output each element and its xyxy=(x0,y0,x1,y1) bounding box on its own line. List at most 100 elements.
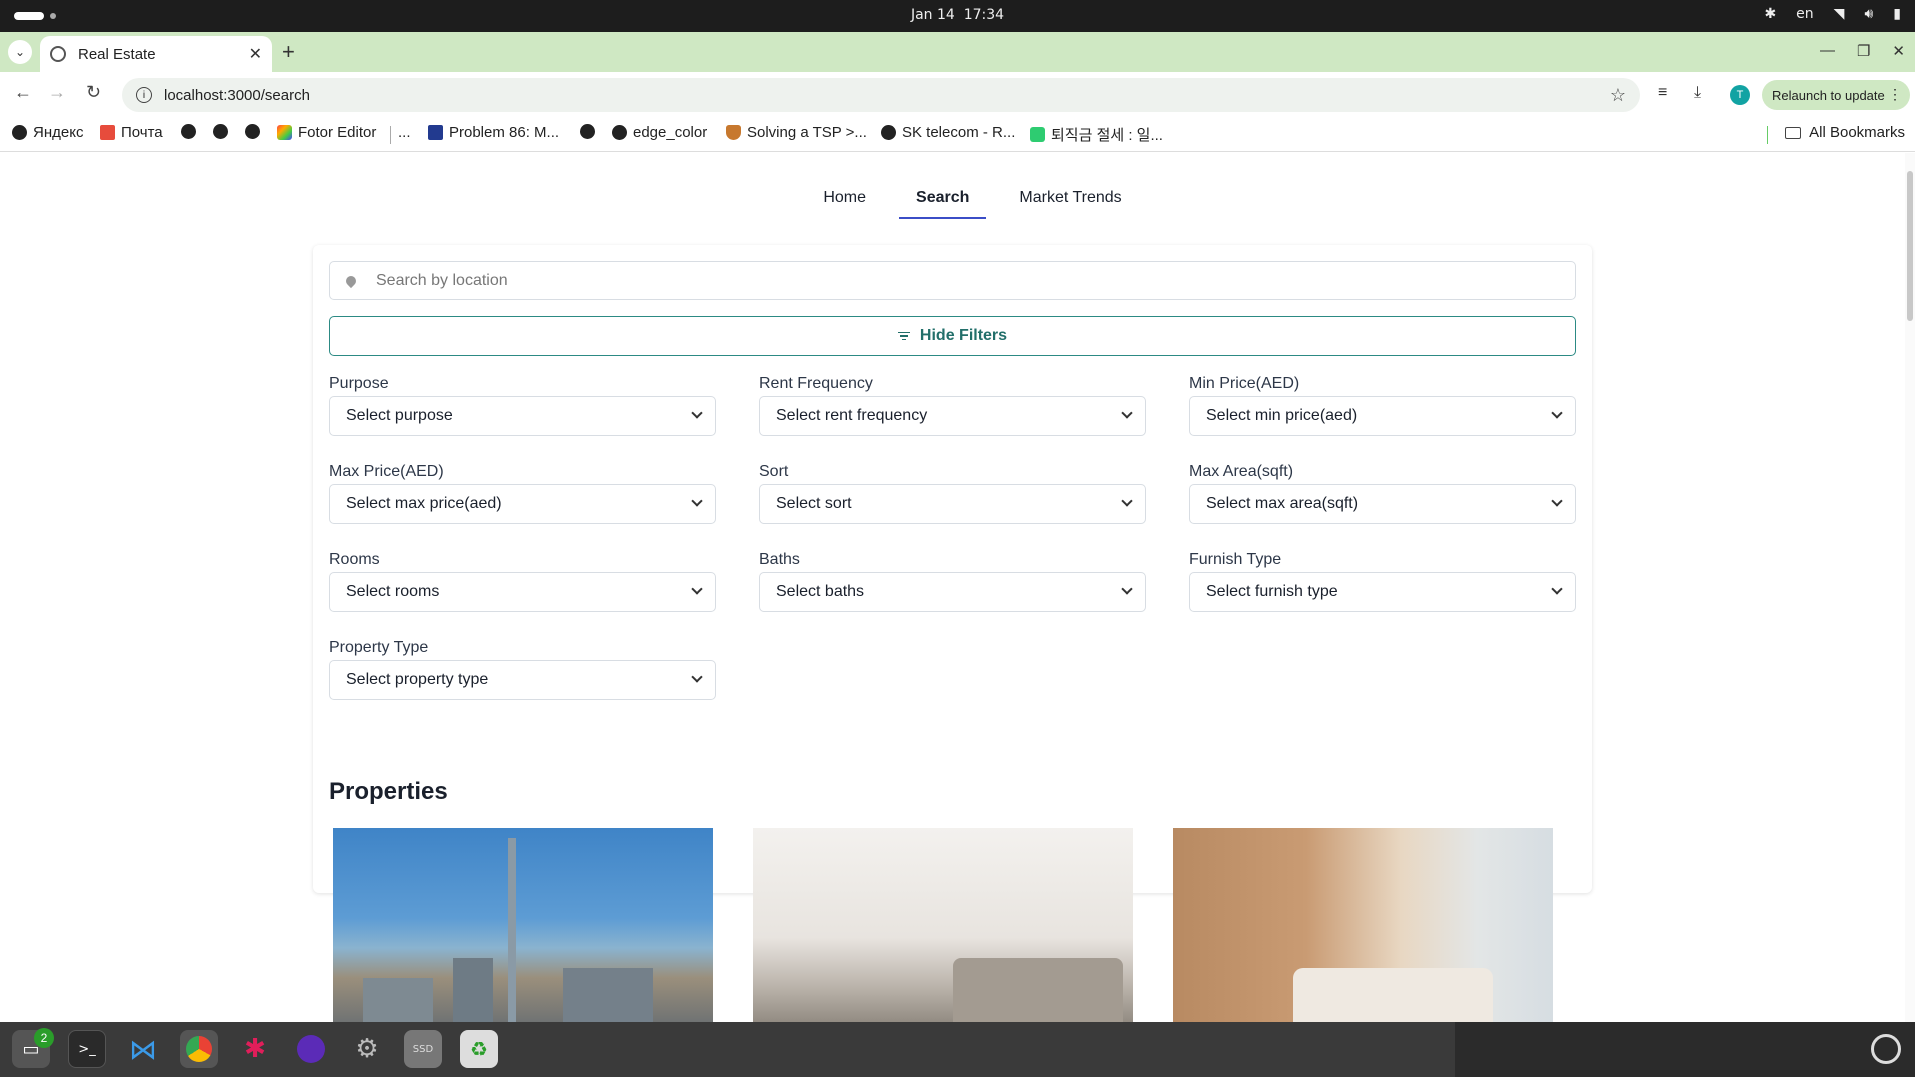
rooms-label: Rooms xyxy=(329,551,380,568)
furnish-type-select[interactable]: Select furnish type xyxy=(1189,572,1576,612)
window-controls: — ❐ ✕ xyxy=(1820,42,1905,60)
rent-frequency-select[interactable]: Select rent frequency xyxy=(759,396,1146,436)
dock-panel xyxy=(0,1022,1455,1077)
bookmark-korean-article[interactable]: 퇴직금 절세 : 일... xyxy=(1030,124,1163,145)
globe-icon xyxy=(50,46,66,62)
max-price-select[interactable]: Select max price(aed) xyxy=(329,484,716,524)
download-icon[interactable]: ⤓ xyxy=(1694,84,1701,102)
bookmark-star-icon[interactable]: ☆ xyxy=(1610,85,1626,106)
reload-icon[interactable]: ↻ xyxy=(86,82,101,103)
clock[interactable]: Jan 14 17:34 xyxy=(0,7,1915,23)
purple-app-icon[interactable] xyxy=(292,1030,330,1068)
nav-home[interactable]: Home xyxy=(806,153,883,219)
tab-search-button[interactable]: ⌄ xyxy=(8,40,32,64)
close-window-icon[interactable]: ✕ xyxy=(1892,42,1905,60)
volume-icon[interactable]: 🔊︎ xyxy=(1864,6,1873,22)
show-apps-icon[interactable] xyxy=(1871,1034,1901,1064)
chevron-down-icon xyxy=(691,407,703,419)
trash-icon[interactable]: ♻ xyxy=(460,1030,498,1068)
fotor-icon xyxy=(277,125,292,140)
bookmark-label: Почта xyxy=(121,124,163,141)
property-card-image[interactable] xyxy=(333,828,713,1022)
hide-filters-label: Hide Filters xyxy=(919,327,1008,344)
filter-icon xyxy=(897,331,910,341)
max-area-select[interactable]: Select max area(sqft) xyxy=(1189,484,1576,524)
sort-select[interactable]: Select sort xyxy=(759,484,1146,524)
wifi-icon[interactable]: ◥ xyxy=(1834,6,1845,22)
property-type-select[interactable]: Select property type xyxy=(329,660,716,700)
bookmark-label: Problem 86: M... xyxy=(449,124,560,141)
url-text[interactable]: localhost:3000/search xyxy=(164,87,1610,104)
settings-gear-icon[interactable]: ⚙ xyxy=(348,1030,386,1068)
globe-icon xyxy=(213,124,228,139)
property-card-image[interactable] xyxy=(1173,828,1553,1022)
min-price-select[interactable]: Select min price(aed) xyxy=(1189,396,1576,436)
relaunch-button[interactable]: Relaunch to update ⋮ xyxy=(1762,80,1910,110)
terminal-icon[interactable]: >_ xyxy=(68,1030,106,1068)
nav-search[interactable]: Search xyxy=(899,153,987,219)
browser-toolbar: ← → ↻ i localhost:3000/search ☆ ≡ ⤓ T Re… xyxy=(0,72,1915,116)
profile-avatar[interactable]: T xyxy=(1730,85,1750,105)
all-bookmarks-button[interactable]: All Bookmarks xyxy=(1785,124,1905,141)
properties-heading: Properties xyxy=(329,778,448,805)
bookmark-pochta[interactable]: Почта xyxy=(100,124,163,141)
chevron-down-icon xyxy=(691,583,703,595)
page-scrollbar[interactable] xyxy=(1905,153,1915,1022)
globe-icon xyxy=(181,124,196,139)
forward-icon[interactable]: → xyxy=(48,82,66,103)
chevron-down-icon xyxy=(1551,583,1563,595)
project-euler-icon xyxy=(428,125,443,140)
chrome-icon[interactable] xyxy=(180,1030,218,1068)
bookmark-yandex[interactable]: Яндекс xyxy=(12,124,83,141)
vscode-icon[interactable]: ⋈ xyxy=(124,1030,162,1068)
system-tray[interactable]: ✱ en ◥ 🔊︎ ▮ xyxy=(1764,6,1901,22)
bookmark-korea[interactable] xyxy=(245,124,260,139)
purpose-select[interactable]: Select purpose xyxy=(329,396,716,436)
bookmark-globe-3[interactable] xyxy=(580,124,595,139)
bookmark-tsp[interactable]: Solving a TSP >... xyxy=(726,124,867,141)
baths-select[interactable]: Select baths xyxy=(759,572,1146,612)
ssd-drive-icon[interactable]: SSD xyxy=(404,1030,442,1068)
scrollbar-thumb[interactable] xyxy=(1907,171,1913,321)
property-card-image[interactable] xyxy=(753,828,1133,1022)
bookmark-problem-86[interactable]: Problem 86: M... xyxy=(428,124,559,141)
new-tab-button[interactable]: + xyxy=(282,40,295,64)
chevron-down-icon: ⌄ xyxy=(14,45,26,59)
bookmark-separator xyxy=(390,126,391,144)
address-bar[interactable]: i localhost:3000/search ☆ xyxy=(122,78,1640,112)
tab-real-estate[interactable]: Real Estate ✕ xyxy=(40,36,272,72)
bookmarks-bar: Яндекс Почта Fotor Editor ... Problem 86… xyxy=(0,116,1915,152)
battery-icon[interactable]: ▮ xyxy=(1893,6,1901,22)
bookmark-edge-color[interactable]: edge_color xyxy=(612,124,707,141)
kebab-menu-icon[interactable]: ⋮ xyxy=(1888,86,1902,103)
chevron-down-icon xyxy=(1121,495,1133,507)
location-search-input[interactable]: Search by location xyxy=(329,261,1576,300)
bookmark-sk-telecom[interactable]: SK telecom - R... xyxy=(881,124,1015,141)
hide-filters-button[interactable]: Hide Filters xyxy=(329,316,1576,356)
mail-icon xyxy=(100,125,115,140)
select-value: Select rooms xyxy=(346,583,440,600)
slack-tray-icon[interactable]: ✱ xyxy=(1764,6,1776,22)
close-tab-icon[interactable]: ✕ xyxy=(249,44,262,64)
nav-market-trends[interactable]: Market Trends xyxy=(1002,153,1138,219)
language-indicator[interactable]: en xyxy=(1796,6,1814,22)
bookmark-label: edge_color xyxy=(633,124,708,141)
rooms-select[interactable]: Select rooms xyxy=(329,572,716,612)
globe-icon xyxy=(881,125,896,140)
restore-icon[interactable]: ❐ xyxy=(1857,42,1870,60)
back-icon[interactable]: ← xyxy=(14,82,32,103)
site-info-icon[interactable]: i xyxy=(136,87,152,103)
minimize-icon[interactable]: — xyxy=(1820,42,1835,60)
bookmark-globe-2[interactable] xyxy=(213,124,228,139)
bookmark-fotor[interactable]: Fotor Editor xyxy=(277,124,376,141)
purpose-label: Purpose xyxy=(329,375,389,392)
bookmark-globe-1[interactable] xyxy=(181,124,196,139)
furnish-type-label: Furnish Type xyxy=(1189,551,1282,568)
site-nav: Home Search Market Trends xyxy=(0,153,1905,225)
search-placeholder: Search by location xyxy=(376,271,508,289)
chevron-down-icon xyxy=(691,671,703,683)
bookmark-ellipsis[interactable]: ... xyxy=(398,124,411,141)
clock-time: 17:34 xyxy=(963,7,1005,23)
media-controls-icon[interactable]: ≡ xyxy=(1658,84,1667,102)
slack-icon[interactable]: ✱ xyxy=(236,1030,274,1068)
